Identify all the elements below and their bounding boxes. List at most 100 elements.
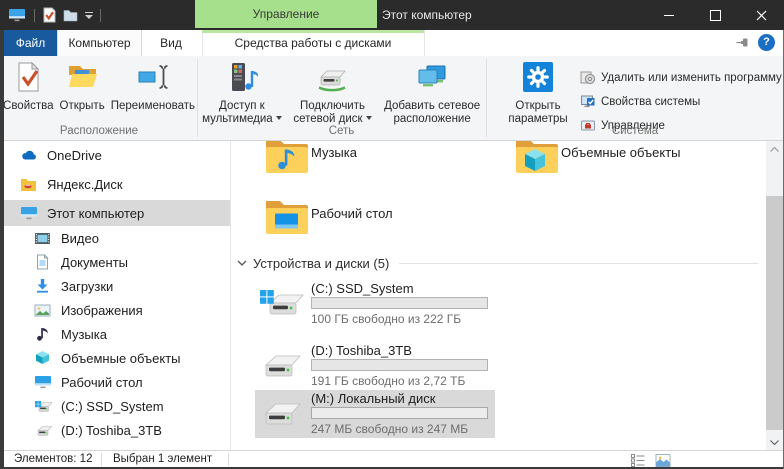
uninstall-program-button[interactable]: Удалить или изменить программу	[580, 66, 782, 90]
tab-computer[interactable]: Компьютер	[57, 30, 142, 56]
dropdown-arrow-icon	[276, 116, 282, 120]
sidebar-item-music[interactable]: Музыка	[0, 322, 230, 346]
yandex-disk-icon	[20, 176, 39, 192]
contextual-tab-accent	[202, 30, 424, 33]
scroll-down-button[interactable]	[766, 434, 783, 450]
sidebar-item-videos[interactable]: Видео	[0, 226, 230, 250]
group-label-location: Расположение	[2, 125, 196, 137]
ribbon: Свойства Открыть Переименовать Расположе…	[0, 56, 784, 141]
status-bar: Элементов: 12 Выбран 1 элемент	[0, 450, 784, 468]
minimize-button[interactable]	[646, 0, 692, 30]
music-folder-icon	[264, 141, 308, 178]
sidebar-item-drive-c[interactable]: (C:) SSD_System	[0, 394, 230, 418]
onedrive-cloud-icon	[20, 147, 39, 163]
folder-tile-3d-objects[interactable]: Объемные объекты	[505, 141, 745, 181]
navigation-pane: OneDrive Яндекс.Диск Этот компьютер Виде…	[0, 141, 231, 450]
properties-button[interactable]: Свойства	[0, 60, 57, 114]
open-button[interactable]: Открыть	[57, 60, 108, 114]
rename-button[interactable]: Переименовать	[108, 60, 198, 114]
sidebar-item-pictures[interactable]: Изображения	[0, 298, 230, 322]
sidebar-item-onedrive[interactable]: OneDrive	[0, 143, 230, 167]
help-button[interactable]: ?	[758, 34, 775, 51]
chevron-down-icon	[237, 260, 247, 266]
documents-icon	[34, 254, 53, 270]
window-title: Этот компьютер	[382, 0, 472, 30]
drive-icon	[34, 422, 53, 438]
file-list-pane: Музыка Объемные объекты Рабочий стол Уст…	[232, 141, 766, 450]
group-label-network: Сеть	[198, 125, 485, 137]
sidebar-item-downloads[interactable]: Загрузки	[0, 274, 230, 298]
folder-label: Музыка	[311, 145, 357, 160]
map-network-drive-button[interactable]: Подключить сетевой диск	[286, 60, 379, 128]
settings-gear-icon	[522, 61, 554, 98]
customize-dropdown-icon[interactable]	[85, 12, 93, 19]
details-view-icon	[630, 453, 646, 468]
computer-icon[interactable]	[8, 7, 27, 23]
folder-tile-desktop[interactable]: Рабочий стол	[255, 194, 495, 242]
drive-tile-d[interactable]: (D:) Toshiba_3TB 191 ГБ свободно из 2,72…	[255, 342, 495, 390]
section-header-devices-and-drives[interactable]: Устройства и диски (5)	[232, 253, 766, 273]
drive-usage-bar	[311, 407, 488, 419]
scroll-up-button[interactable]	[766, 141, 783, 157]
separator	[100, 9, 101, 22]
properties-icon[interactable]	[42, 7, 56, 23]
thumbnails-view-button[interactable]	[653, 452, 673, 468]
map-drive-icon	[316, 61, 348, 98]
system-properties-button[interactable]: Свойства системы	[580, 90, 782, 114]
window-controls	[646, 0, 784, 30]
ribbon-group-location: Свойства Открыть Переименовать Расположе…	[2, 56, 196, 140]
pin-ribbon-icon[interactable]	[735, 36, 750, 49]
dropdown-arrow-icon	[366, 116, 372, 120]
computer-icon	[20, 205, 39, 221]
contextual-tab-manage[interactable]: Управление	[195, 0, 377, 28]
add-network-location-button[interactable]: Добавить сетевое расположение	[379, 60, 485, 128]
sidebar-item-yandex-disk[interactable]: Яндекс.Диск	[0, 172, 230, 196]
drive-usage-bar	[311, 297, 488, 309]
close-button[interactable]	[738, 0, 784, 30]
folder-label: Объемные объекты	[561, 145, 681, 160]
sidebar-item-documents[interactable]: Документы	[0, 250, 230, 274]
main-area: OneDrive Яндекс.Диск Этот компьютер Виде…	[0, 141, 784, 450]
details-view-button[interactable]	[628, 452, 648, 468]
system-properties-icon	[580, 94, 596, 110]
open-settings-button[interactable]: Открыть параметры	[500, 60, 576, 128]
sidebar-item-drive-d[interactable]: (D:) Toshiba_3TB	[0, 418, 230, 442]
drive-tile-m-selected[interactable]: (M:) Локальный диск 247 МБ свободно из 2…	[255, 390, 495, 438]
maximize-button[interactable]	[692, 0, 738, 30]
drive-icon	[258, 395, 304, 433]
rename-icon	[137, 61, 169, 98]
sidebar-item-desktop[interactable]: Рабочий стол	[0, 370, 230, 394]
group-label-system: Система	[488, 125, 782, 137]
drive-tile-c[interactable]: (C:) SSD_System 100 ГБ свободно из 222 Г…	[255, 280, 495, 328]
drive-icon	[258, 347, 304, 385]
tab-view[interactable]: Вид	[140, 30, 203, 56]
minimize-icon	[664, 15, 674, 16]
open-folder-icon	[66, 61, 98, 98]
folder-tile-music[interactable]: Музыка	[255, 141, 495, 181]
separator	[34, 9, 35, 22]
vertical-scrollbar[interactable]	[766, 141, 783, 450]
drive-free-space: 247 МБ свободно из 247 МБ	[311, 422, 468, 436]
ribbon-group-system: Открыть параметры Удалить или изменить п…	[488, 56, 782, 140]
system-drive-icon	[34, 398, 53, 414]
folder-icon[interactable]	[63, 8, 78, 23]
sidebar-item-this-pc[interactable]: Этот компьютер	[0, 200, 230, 226]
drive-usage-bar	[311, 359, 488, 371]
close-icon	[756, 10, 767, 21]
tab-file[interactable]: Файл	[4, 30, 57, 56]
desktop-folder-icon	[264, 195, 308, 239]
sidebar-item-3d-objects[interactable]: Объемные объекты	[0, 346, 230, 370]
scrollbar-thumb[interactable]	[766, 196, 783, 430]
quick-access-toolbar	[8, 0, 101, 30]
media-access-button[interactable]: Доступ к мультимедиа	[198, 60, 286, 128]
pictures-icon	[34, 302, 53, 318]
3d-objects-icon	[34, 350, 53, 366]
drive-free-space: 100 ГБ свободно из 222 ГБ	[311, 312, 461, 326]
section-rule	[399, 263, 758, 264]
selection-count: Выбран 1 элемент	[113, 453, 212, 465]
drive-name: (D:) Toshiba_3TB	[311, 343, 412, 358]
drive-free-space: 191 ГБ свободно из 2,72 ТБ	[311, 374, 465, 388]
maximize-icon	[710, 10, 721, 21]
tab-disk-tools[interactable]: Средства работы с дисками	[202, 30, 425, 56]
desktop-icon	[34, 374, 53, 390]
